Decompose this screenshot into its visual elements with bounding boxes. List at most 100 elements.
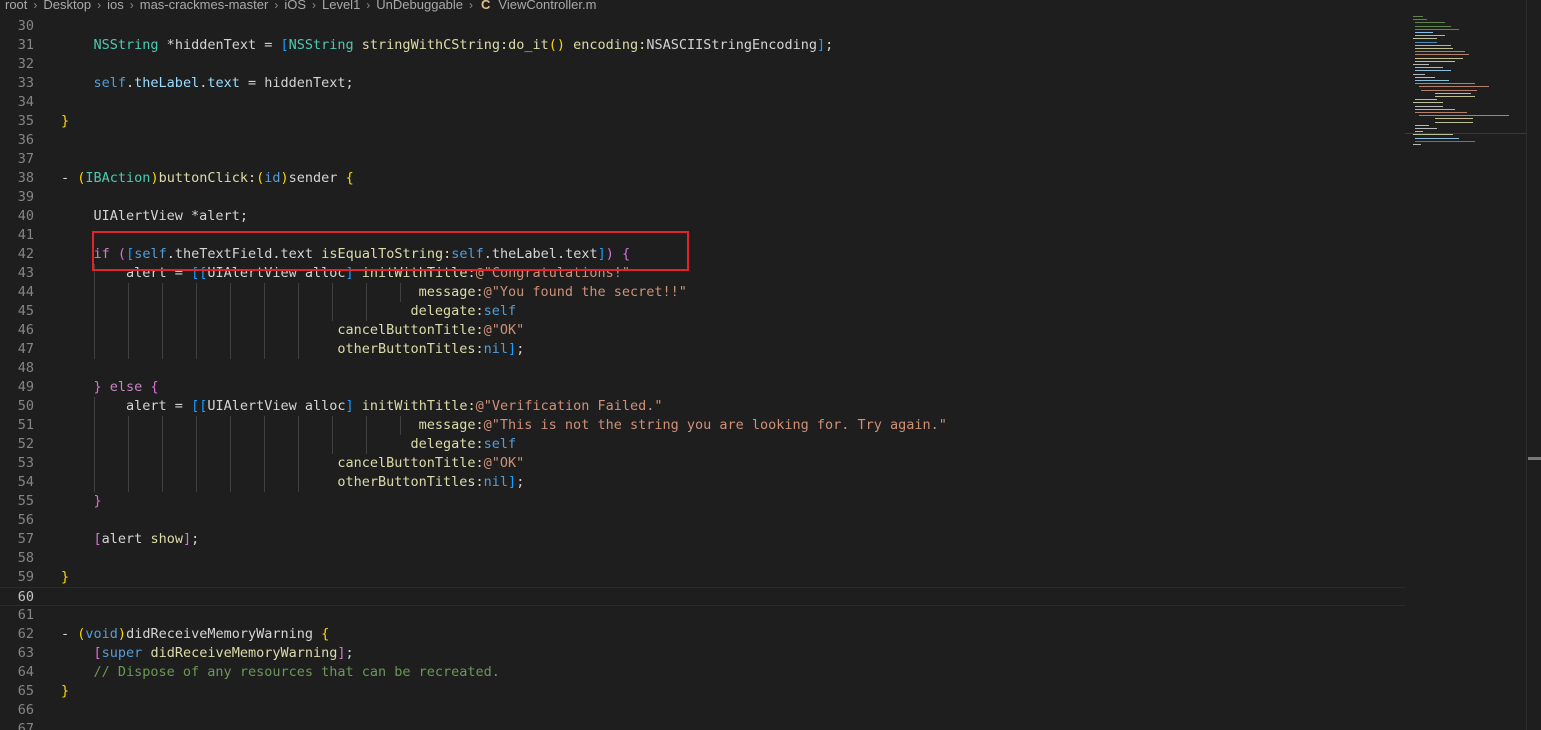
code-line[interactable]: 48 bbox=[0, 359, 1405, 378]
indent-guide bbox=[162, 416, 163, 492]
code-editor[interactable]: 30 31 NSString *hiddenText = [NSString st… bbox=[0, 16, 1405, 730]
code-line[interactable]: 53 cancelButtonTitle:@"OK" bbox=[0, 454, 1405, 473]
code-line[interactable]: 43 alert = [[UIAlertView alloc] initWith… bbox=[0, 264, 1405, 283]
code-line[interactable]: 35} bbox=[0, 112, 1405, 131]
code-token: void bbox=[85, 626, 118, 642]
code-line[interactable]: 50 alert = [[UIAlertView alloc] initWith… bbox=[0, 397, 1405, 416]
code-line[interactable]: 41 bbox=[0, 226, 1405, 245]
code-line[interactable]: 40 UIAlertView *alert; bbox=[0, 207, 1405, 226]
code-token: super bbox=[101, 645, 143, 661]
code-line[interactable]: 45 delegate:self bbox=[0, 302, 1405, 321]
code-token: self bbox=[93, 75, 127, 91]
code-token: } bbox=[93, 379, 102, 395]
code-line[interactable]: 56 bbox=[0, 511, 1405, 530]
code-text: otherButtonTitles:nil]; bbox=[61, 340, 524, 359]
code-line[interactable]: 67 bbox=[0, 720, 1405, 730]
breadcrumb-item[interactable]: Desktop bbox=[41, 0, 93, 12]
breadcrumb-item[interactable]: iOS bbox=[282, 0, 308, 12]
code-token: alert bbox=[126, 265, 167, 281]
code-text: cancelButtonTitle:@"OK" bbox=[61, 321, 524, 340]
line-number: 54 bbox=[17, 474, 34, 490]
code-token: buttonClick: bbox=[158, 170, 257, 186]
line-number: 67 bbox=[17, 721, 34, 730]
code-line[interactable]: 55 } bbox=[0, 492, 1405, 511]
minimap-line bbox=[1415, 99, 1437, 101]
code-token: message: bbox=[418, 417, 484, 433]
code-token: { bbox=[321, 626, 330, 642]
code-line[interactable]: 62 - (void)didReceiveMemoryWarning { bbox=[0, 625, 1405, 644]
code-token: . bbox=[166, 246, 175, 262]
minimap-line bbox=[1413, 73, 1425, 75]
minimap-line bbox=[1415, 108, 1455, 110]
code-line[interactable]: 38 - (IBAction)buttonClick:(id)sender { bbox=[0, 169, 1405, 188]
code-line[interactable]: 61 bbox=[0, 606, 1405, 625]
code-line[interactable]: 58 bbox=[0, 549, 1405, 568]
line-number: 43 bbox=[17, 265, 34, 281]
code-line[interactable]: 66 bbox=[0, 701, 1405, 720]
vertical-scrollbar[interactable] bbox=[1526, 0, 1541, 730]
code-line[interactable]: 42 if ([self.theTextField.text isEqualTo… bbox=[0, 245, 1405, 264]
code-line[interactable]: 63 [super didReceiveMemoryWarning]; bbox=[0, 644, 1405, 663]
code-text: } else { bbox=[61, 378, 159, 397]
code-line[interactable]: 44 message:@"You found the secret!!" bbox=[0, 283, 1405, 302]
minimap[interactable] bbox=[1405, 0, 1526, 730]
code-text: message:@"This is not the string you are… bbox=[61, 416, 947, 435]
indent-guide bbox=[94, 397, 95, 492]
code-line[interactable]: 54 otherButtonTitles:nil]; bbox=[0, 473, 1405, 492]
code-line[interactable]: 51 message:@"This is not the string you … bbox=[0, 416, 1405, 435]
code-line[interactable]: 34 bbox=[0, 93, 1405, 112]
code-token: () bbox=[548, 37, 566, 53]
code-token: NSString bbox=[93, 37, 159, 53]
chevron-right-icon: › bbox=[366, 0, 371, 12]
code-token: theLabel bbox=[134, 75, 200, 91]
indent-guide bbox=[264, 416, 265, 492]
code-line[interactable]: 49 } else { bbox=[0, 378, 1405, 397]
line-number: 61 bbox=[17, 607, 34, 623]
scrollbar-thumb[interactable] bbox=[1528, 457, 1541, 460]
code-line[interactable]: 59} bbox=[0, 568, 1405, 587]
code-token: isEqualToString: bbox=[321, 246, 452, 262]
code-line[interactable]: 39 bbox=[0, 188, 1405, 207]
line-number: 38 bbox=[17, 170, 34, 186]
code-line[interactable]: 46 cancelButtonTitle:@"OK" bbox=[0, 321, 1405, 340]
code-token: UIAlertView bbox=[93, 208, 183, 224]
indent-guide bbox=[366, 416, 367, 454]
code-token: UIAlertView bbox=[207, 398, 297, 414]
line-number: 44 bbox=[17, 284, 34, 300]
breadcrumb-item[interactable]: UnDebuggable bbox=[374, 0, 465, 12]
code-token: @"You found the secret!!" bbox=[483, 284, 687, 300]
code-line[interactable]: 65} bbox=[0, 682, 1405, 701]
code-token: ] bbox=[182, 531, 192, 547]
line-number: 63 bbox=[17, 645, 34, 661]
breadcrumb: root › Desktop › ios › mas-crackmes-master › iOS… bbox=[0, 0, 1405, 12]
breadcrumb-item[interactable]: mas-crackmes-master bbox=[138, 0, 271, 12]
breadcrumb-item[interactable]: Level1 bbox=[320, 0, 362, 12]
minimap-line bbox=[1435, 92, 1471, 94]
code-line[interactable]: 52 delegate:self bbox=[0, 435, 1405, 454]
line-number: 45 bbox=[17, 303, 34, 319]
breadcrumb-item[interactable]: ios bbox=[105, 0, 126, 12]
breadcrumb-file-name[interactable]: ViewController.m bbox=[496, 0, 598, 12]
code-line[interactable]: 37 bbox=[0, 150, 1405, 169]
code-token: cancelButtonTitle: bbox=[337, 455, 484, 471]
code-line[interactable]: 31 NSString *hiddenText = [NSString stri… bbox=[0, 36, 1405, 55]
code-line[interactable]: 47 otherButtonTitles:nil]; bbox=[0, 340, 1405, 359]
code-token: ( bbox=[117, 246, 127, 262]
minimap-line bbox=[1419, 115, 1509, 117]
indent-guide bbox=[366, 283, 367, 321]
code-line[interactable]: 57 [alert show]; bbox=[0, 530, 1405, 549]
code-line[interactable]: 60 bbox=[0, 587, 1405, 606]
line-number: 32 bbox=[17, 56, 34, 72]
code-line[interactable]: 33 self.theLabel.text = hiddenText; bbox=[0, 74, 1405, 93]
line-number: 30 bbox=[17, 18, 34, 34]
code-line[interactable]: 64 // Dispose of any resources that can … bbox=[0, 663, 1405, 682]
line-number: 60 bbox=[17, 589, 34, 605]
code-line[interactable]: 32 bbox=[0, 55, 1405, 74]
code-line[interactable]: 30 bbox=[0, 17, 1405, 36]
code-line[interactable]: 36 bbox=[0, 131, 1405, 150]
breadcrumb-item[interactable]: root bbox=[0, 0, 29, 12]
